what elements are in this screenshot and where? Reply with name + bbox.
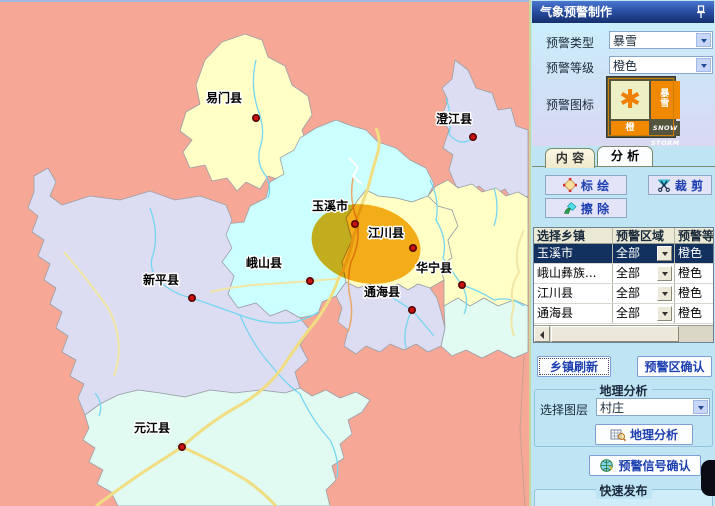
chevron-down-icon: [696, 33, 711, 47]
app-window: 易门县 澄江县 玉溪市 江川县 华宁县 峨山县 新平县 通海县 元江县 气象预警…: [0, 0, 715, 506]
quick-publish-group: 快速发布: [534, 489, 713, 506]
warning-name-chars: 暴 雪: [651, 81, 680, 119]
county-label-huaning: 华宁县: [416, 260, 452, 275]
chevron-down-icon: [696, 58, 711, 72]
column-header-town: 选择乡镇: [534, 228, 613, 243]
layer-value: 村庄: [600, 401, 624, 415]
erase-icon: [563, 201, 577, 215]
confirm-warning-signal-button[interactable]: 预警信号确认: [589, 455, 701, 476]
scrollbar-thumb[interactable]: [551, 326, 679, 342]
table-row[interactable]: 峨山彝族... 全部 橙色: [534, 264, 713, 284]
plot-button[interactable]: 标 绘: [545, 175, 627, 195]
area-dropdown-button[interactable]: [657, 266, 672, 281]
warning-level-char: 橙: [611, 121, 649, 136]
chevron-down-icon: [693, 400, 708, 414]
city-marker: [459, 282, 465, 288]
window-top-edge: [0, 0, 529, 2]
map-svg: 易门县 澄江县 玉溪市 江川县 华宁县 峨山县 新平县 通海县 元江县: [0, 0, 529, 506]
county-label-tonghai: 通海县: [364, 284, 400, 299]
globe-icon: [599, 458, 614, 473]
table-row[interactable]: 通海县 全部 橙色: [534, 304, 713, 324]
panel-title: 气象预警制作: [540, 5, 612, 19]
refresh-townships-button[interactable]: 乡镇刷新: [537, 356, 611, 377]
snow-storm-warning-icon: ✱ 暴 雪 橙 SNOW STORM: [606, 76, 676, 138]
quick-publish-group-title: 快速发布: [595, 482, 651, 499]
crop-icon: [657, 178, 671, 192]
layer-select[interactable]: 村庄: [596, 398, 710, 416]
tab-analysis[interactable]: 分 析: [597, 146, 653, 166]
confirm-warning-area-button[interactable]: 预警区确认: [637, 356, 712, 377]
county-region-yuanjiang[interactable]: [83, 388, 370, 506]
scroll-left-icon[interactable]: [534, 326, 550, 342]
warning-icon-label: 预警图标: [546, 96, 594, 113]
city-marker: [352, 221, 358, 227]
warning-level-select[interactable]: 橙色: [609, 56, 713, 74]
crop-button[interactable]: 裁 剪: [648, 175, 712, 195]
warning-level-value: 橙色: [613, 59, 637, 73]
city-marker: [253, 115, 259, 121]
township-table: 选择乡镇 预警区域 预警等级 玉溪市 全部 橙色 峨山彝族... 全部 橙色 江…: [533, 227, 714, 343]
warning-type-label: 预警类型: [546, 34, 594, 51]
city-marker: [179, 444, 185, 450]
county-label-chengjiang: 澄江县: [436, 111, 472, 126]
area-dropdown-button[interactable]: [657, 306, 672, 321]
area-dropdown-button[interactable]: [657, 286, 672, 301]
city-marker: [189, 295, 195, 301]
snowflake-icon: ✱: [611, 81, 649, 119]
city-marker: [307, 278, 313, 284]
warning-caption: SNOW STORM: [651, 121, 680, 136]
city-marker: [409, 307, 415, 313]
geo-analysis-button[interactable]: 地理分析: [595, 424, 693, 445]
geo-analysis-group-title: 地理分析: [595, 382, 651, 399]
warning-level-label: 预警等级: [546, 59, 594, 76]
city-marker: [410, 245, 416, 251]
warning-form-section: 预警类型 暴雪 预警等级 橙色 预警图标 ✱ 暴 雪 橙 SNOW STORM: [532, 23, 715, 146]
area-dropdown-button[interactable]: [657, 246, 672, 261]
tab-content[interactable]: 内 容: [545, 148, 595, 168]
warning-type-select[interactable]: 暴雪: [609, 31, 713, 49]
warning-type-value: 暴雪: [613, 34, 637, 48]
map-canvas[interactable]: 易门县 澄江县 玉溪市 江川县 华宁县 峨山县 新平县 通海县 元江县: [0, 0, 529, 506]
geo-analysis-icon: [610, 428, 626, 442]
plot-icon: [563, 178, 577, 192]
dock-drag-handle[interactable]: [701, 460, 715, 496]
panel-titlebar: 气象预警制作: [532, 1, 714, 23]
county-label-yimen: 易门县: [206, 90, 242, 105]
county-label-yuanjiang: 元江县: [134, 420, 170, 435]
column-header-level: 预警等级: [675, 228, 713, 243]
column-header-area: 预警区域: [613, 228, 675, 243]
table-row[interactable]: 玉溪市 全部 橙色: [534, 244, 713, 264]
county-label-eshan: 峨山县: [246, 255, 282, 270]
county-label-xinping: 新平县: [143, 272, 179, 287]
table-row[interactable]: 江川县 全部 橙色: [534, 284, 713, 304]
table-header: 选择乡镇 预警区域 预警等级: [534, 228, 713, 244]
pin-icon[interactable]: [696, 5, 706, 19]
geo-analysis-group: 地理分析 选择图层 村庄 地理分析: [534, 389, 713, 447]
county-region-south-mint[interactable]: [441, 298, 528, 358]
city-marker: [470, 134, 476, 140]
erase-button[interactable]: 擦 除: [545, 198, 627, 218]
warning-maker-panel: 气象预警制作 预警类型 暴雪 预警等级 橙色 预警图标 ✱ 暴: [529, 0, 715, 506]
layer-select-label: 选择图层: [540, 401, 588, 418]
county-label-yuxi: 玉溪市: [312, 198, 348, 213]
horizontal-scrollbar[interactable]: [534, 325, 713, 342]
county-label-jiangchuan: 江川县: [368, 225, 404, 240]
